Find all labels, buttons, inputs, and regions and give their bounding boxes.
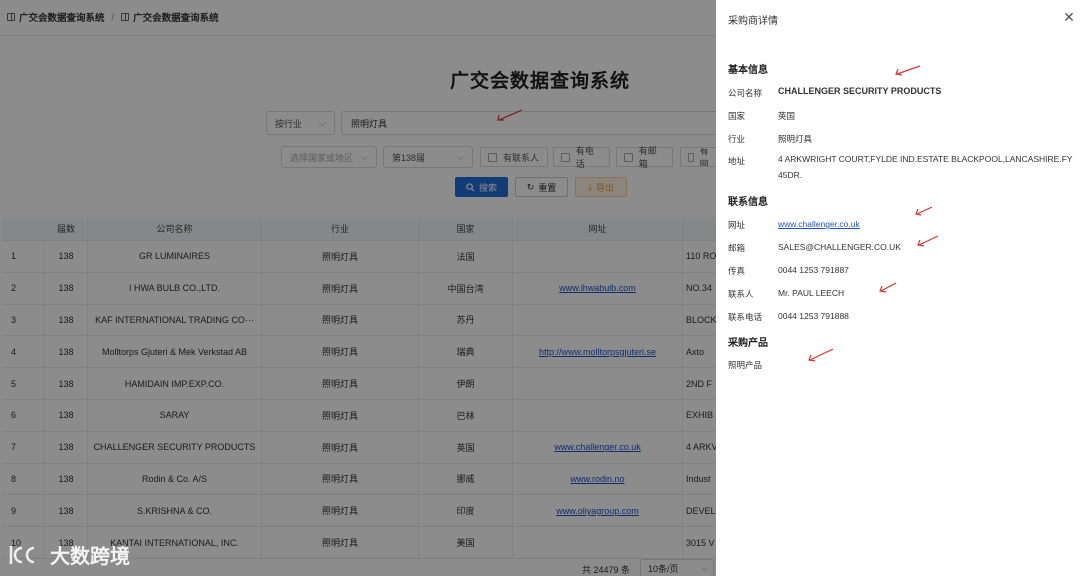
watermark-text: 大数跨境: [50, 546, 130, 568]
section-basic-info: 基本信息: [728, 65, 768, 76]
email-label: 邮箱: [728, 243, 746, 253]
red-arrow-icon: [808, 348, 834, 362]
industry-value: 照明灯具: [778, 134, 813, 144]
company-value: CHALLENGER SECURITY PRODUCTS: [778, 86, 942, 96]
product-value: 照明产品: [728, 360, 763, 370]
country-value: 英国: [778, 111, 796, 121]
fax-label: 传真: [728, 266, 746, 276]
drawer-title: 采购商详情: [728, 16, 778, 27]
section-products: 采购产品: [728, 338, 768, 349]
brand-logo-icon: [9, 545, 35, 564]
address-label: 地址: [728, 156, 746, 166]
industry-label: 行业: [728, 134, 746, 144]
contact-value: Mr. PAUL LEECH: [778, 288, 845, 298]
red-arrow-icon: [879, 282, 897, 293]
contact-label: 联系人: [728, 289, 754, 299]
address-value: 4 ARKWRIGHT COURT,FYLDE IND.ESTATE BLACK…: [778, 154, 1073, 180]
red-arrow-icon: [895, 65, 921, 76]
email-value: SALES@CHALLENGER.CO.UK: [778, 242, 901, 252]
red-arrow-icon: [915, 206, 933, 216]
red-arrow-icon: [917, 235, 939, 247]
watermark: 大数跨境: [8, 540, 130, 569]
modal-overlay[interactable]: [0, 0, 716, 576]
close-icon[interactable]: ✕: [1062, 10, 1076, 24]
website-label: 网址: [728, 220, 746, 230]
website-link[interactable]: www.challenger.co.uk: [778, 219, 860, 229]
company-label: 公司名称: [728, 88, 763, 98]
country-label: 国家: [728, 111, 746, 121]
phone-value: 0044 1253 791888: [778, 311, 849, 321]
buyer-detail-drawer: 采购商详情 ✕ 基本信息 公司名称 CHALLENGER SECURITY PR…: [716, 0, 1080, 576]
phone-label: 联系电话: [728, 312, 763, 322]
fax-value: 0044 1253 791887: [778, 265, 849, 275]
section-contact-info: 联系信息: [728, 197, 768, 208]
